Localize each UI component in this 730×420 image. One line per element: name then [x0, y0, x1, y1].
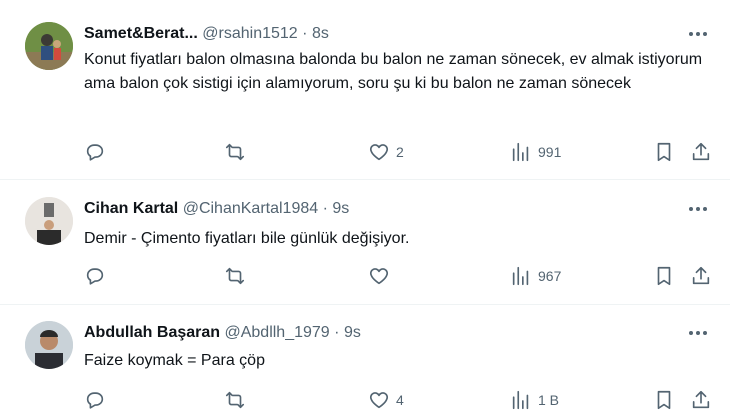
view-count: 991 — [538, 144, 562, 160]
tweet-header: Abdullah Başaran @Abdllh_1979 · 9s — [84, 323, 361, 343]
tweet-actions: 2 991 — [0, 139, 730, 165]
separator: · — [322, 200, 328, 217]
views-icon — [512, 142, 529, 162]
share-icon — [692, 390, 710, 409]
views-button[interactable]: 1 B — [510, 387, 559, 413]
avatar[interactable] — [25, 321, 73, 369]
reply-icon — [86, 268, 104, 285]
retweet-icon — [225, 391, 245, 409]
retweet-button[interactable] — [224, 263, 252, 289]
bookmark-icon — [657, 142, 671, 162]
reply-icon — [86, 392, 104, 409]
like-count: 2 — [396, 144, 404, 160]
views-button[interactable]: 991 — [510, 139, 561, 165]
like-button[interactable] — [368, 263, 396, 289]
tweet-text: Faize koymak = Para çöp — [84, 352, 265, 369]
views-icon — [512, 266, 529, 286]
views-icon — [512, 390, 529, 410]
reply-icon — [86, 144, 104, 161]
author-handle[interactable]: @CihanKartal1984 — [183, 200, 318, 217]
more-icon[interactable] — [684, 199, 712, 219]
author-handle[interactable]: @Abdllh_1979 — [224, 324, 329, 341]
view-count: 967 — [538, 268, 562, 284]
views-button[interactable]: 967 — [510, 263, 561, 289]
like-button[interactable]: 2 — [368, 139, 404, 165]
author-name[interactable]: Samet&Berat... — [84, 25, 198, 42]
tweet[interactable]: Abdullah Başaran @Abdllh_1979 · 9s Faize… — [0, 305, 730, 420]
timestamp[interactable]: 9s — [344, 324, 361, 341]
author-name[interactable]: Abdullah Başaran — [84, 324, 220, 341]
more-icon[interactable] — [684, 323, 712, 343]
bookmark-button[interactable] — [653, 263, 675, 289]
author-name[interactable]: Cihan Kartal — [84, 200, 178, 217]
share-button[interactable] — [690, 139, 712, 165]
retweet-button[interactable] — [224, 387, 252, 413]
heart-icon — [369, 392, 389, 409]
reply-button[interactable] — [84, 263, 112, 289]
tweet-header: Cihan Kartal @CihanKartal1984 · 9s — [84, 199, 349, 219]
tweet-actions: 4 1 B — [0, 387, 730, 413]
tweet[interactable]: Samet&Berat... @rsahin1512 · 8s Konut fi… — [0, 0, 730, 180]
timestamp[interactable]: 8s — [312, 25, 329, 42]
share-icon — [692, 142, 710, 161]
bookmark-icon — [657, 390, 671, 410]
bookmark-button[interactable] — [653, 139, 675, 165]
avatar[interactable] — [25, 22, 73, 70]
bookmark-button[interactable] — [653, 387, 675, 413]
separator: · — [302, 25, 308, 42]
like-count: 4 — [396, 392, 404, 408]
timestamp[interactable]: 9s — [332, 200, 349, 217]
share-button[interactable] — [690, 387, 712, 413]
tweet-text: Konut fiyatları balon olmasına balonda b… — [84, 51, 707, 92]
reply-button[interactable] — [84, 387, 112, 413]
tweet-actions: 967 — [0, 263, 730, 289]
reply-button[interactable] — [84, 139, 112, 165]
view-count: 1 B — [538, 392, 560, 408]
heart-icon — [369, 144, 389, 161]
bookmark-icon — [657, 266, 671, 286]
tweet-text: Demir - Çimento fiyatları bile günlük de… — [84, 230, 410, 247]
avatar[interactable] — [25, 197, 73, 245]
retweet-icon — [225, 267, 245, 285]
more-icon[interactable] — [684, 24, 712, 44]
heart-icon — [369, 268, 389, 285]
retweet-button[interactable] — [224, 139, 252, 165]
share-button[interactable] — [690, 263, 712, 289]
share-icon — [692, 266, 710, 285]
separator: · — [334, 324, 340, 341]
retweet-icon — [225, 143, 245, 161]
author-handle[interactable]: @rsahin1512 — [202, 25, 297, 42]
tweet-header: Samet&Berat... @rsahin1512 · 8s — [84, 24, 329, 44]
like-button[interactable]: 4 — [368, 387, 404, 413]
tweet[interactable]: Cihan Kartal @CihanKartal1984 · 9s Demir… — [0, 180, 730, 305]
